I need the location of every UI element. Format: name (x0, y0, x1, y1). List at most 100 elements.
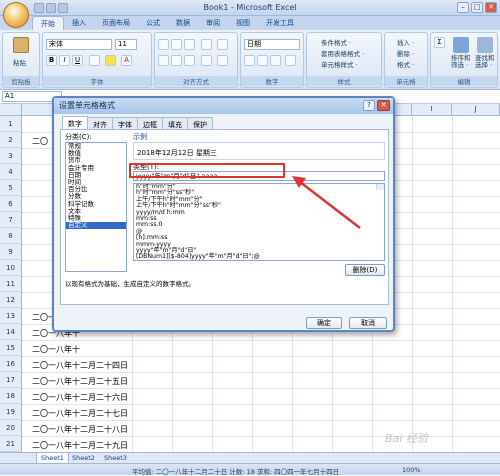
find-select-icon[interactable] (477, 37, 493, 53)
tab-home[interactable]: 开始 (32, 16, 64, 30)
row-header[interactable]: 18 (0, 388, 22, 404)
cell-a15[interactable]: 二〇一八年十 (22, 344, 132, 355)
column-header-i[interactable]: I (412, 104, 452, 116)
align-middle-icon[interactable] (171, 39, 182, 50)
zoom-level[interactable]: 100% (402, 466, 421, 474)
align-right-icon[interactable] (184, 55, 195, 66)
row-header[interactable]: 21 (0, 436, 22, 452)
tab-view[interactable]: 视图 (228, 16, 258, 30)
gridline (22, 356, 500, 357)
tab-data[interactable]: 数据 (168, 16, 198, 30)
format-as-table-button[interactable]: 套用表格格式 · (321, 48, 364, 58)
row-header[interactable]: 7 (0, 212, 22, 228)
orientation-icon[interactable] (201, 39, 212, 50)
tab-insert[interactable]: 插入 (64, 16, 94, 30)
cell-styles-button[interactable]: 单元格样式 · (321, 59, 358, 69)
row-header[interactable]: 12 (0, 292, 22, 308)
merge-center-icon[interactable] (217, 55, 228, 66)
italic-button[interactable]: I (59, 55, 70, 66)
bold-button[interactable]: B (46, 55, 57, 66)
cell-a20[interactable]: 二〇一八年十二月二十八日 (22, 424, 132, 435)
watermark: Bai 经验 (385, 432, 428, 445)
sheet-tab-3[interactable]: Sheet3 (100, 453, 131, 463)
decimal-icon[interactable] (285, 55, 296, 66)
row-header[interactable]: 17 (0, 372, 22, 388)
row-header[interactable]: 14 (0, 324, 22, 340)
indent-icon[interactable] (201, 55, 212, 66)
type-list[interactable]: h"时"mm"分" h"时"mm"分"ss"秒" 上午/下午h"时"mm"分" … (133, 183, 385, 261)
column-header-j[interactable]: J (452, 104, 500, 116)
help-button[interactable]: ? (363, 100, 375, 111)
row-header[interactable]: 13 (0, 308, 22, 324)
row-header[interactable]: 9 (0, 244, 22, 260)
wrap-text-icon[interactable] (217, 39, 228, 50)
type-item[interactable]: [DBNum1][$-804]yyyy"年"m"月"d"日";@ (134, 253, 384, 260)
format-cells-button[interactable]: 格式 · (397, 59, 414, 69)
conditional-format-button[interactable]: 条件格式 · (321, 37, 351, 47)
row-header[interactable]: 2 (0, 132, 22, 148)
category-item-selected[interactable]: 自定义 (66, 221, 126, 230)
align-top-icon[interactable] (158, 39, 169, 50)
redo-icon[interactable] (58, 3, 68, 13)
delete-cells-button[interactable]: 删除 · (397, 48, 414, 58)
close-button[interactable]: ✕ (485, 2, 497, 13)
category-list[interactable]: 常规 数值 货币 会计专用 日期 时间 百分比 分数 科学记数 文本 特殊 自定… (65, 142, 127, 272)
align-bottom-icon[interactable] (184, 39, 195, 50)
editing-group: Σ 排序和 筛选 · 查找和 选择 · 编辑 (430, 32, 498, 88)
font-name-select[interactable]: 宋体 (46, 39, 112, 50)
tab-formulas[interactable]: 公式 (138, 16, 168, 30)
border-icon[interactable] (89, 55, 100, 66)
row-header[interactable]: 3 (0, 148, 22, 164)
category-label: 分类(C): (65, 133, 92, 141)
undo-icon[interactable] (46, 3, 56, 13)
row-header[interactable]: 6 (0, 196, 22, 212)
minimize-button[interactable]: – (457, 2, 469, 13)
currency-icon[interactable] (244, 55, 255, 66)
tab-page-layout[interactable]: 页面布局 (94, 16, 138, 30)
font-color-icon[interactable]: A (121, 55, 132, 66)
gridline (412, 116, 413, 452)
delete-button[interactable]: 删除(D) (345, 264, 385, 276)
row-header[interactable]: 15 (0, 340, 22, 356)
type-list-scrollbar[interactable] (376, 184, 384, 191)
cell-a18[interactable]: 二〇一八年十二月二十六日 (22, 392, 132, 403)
font-size-select[interactable]: 11 (115, 39, 137, 50)
paste-icon[interactable] (13, 37, 29, 53)
row-header[interactable]: 5 (0, 180, 22, 196)
fill-color-icon[interactable] (105, 55, 116, 66)
row-header[interactable]: 8 (0, 228, 22, 244)
row-header[interactable]: 10 (0, 260, 22, 276)
ok-button[interactable]: 确定 (306, 317, 342, 329)
maximize-button[interactable]: □ (471, 2, 483, 13)
cell-a19[interactable]: 二〇一八年十二月二十七日 (22, 408, 132, 419)
cell-a21[interactable]: 二〇一八年十二月二十九日 (22, 440, 132, 451)
percent-icon[interactable] (257, 55, 268, 66)
sheet-tab-2[interactable]: Sheet2 (68, 453, 99, 463)
sort-filter-icon[interactable] (453, 37, 469, 53)
autosum-icon[interactable]: Σ (434, 37, 445, 48)
row-header[interactable]: 4 (0, 164, 22, 180)
align-center-icon[interactable] (171, 55, 182, 66)
row-header[interactable]: 20 (0, 420, 22, 436)
tab-review[interactable]: 审阅 (198, 16, 228, 30)
row-header[interactable]: 16 (0, 356, 22, 372)
cell-a17[interactable]: 二〇一八年十二月二十五日 (22, 376, 132, 387)
cell-a16[interactable]: 二〇一八年十二月二十四日 (22, 360, 132, 371)
dialog-close-button[interactable]: ✕ (377, 100, 390, 111)
office-button[interactable] (3, 2, 29, 28)
insert-cells-button[interactable]: 插入 · (397, 37, 414, 47)
row-header[interactable]: 1 (0, 116, 22, 132)
align-left-icon[interactable] (158, 55, 169, 66)
alignment-group-label: 对齐方式 (155, 76, 237, 86)
comma-icon[interactable] (270, 55, 281, 66)
dialog-title: 设置单元格格式 (59, 101, 115, 110)
tab-developer[interactable]: 开发工具 (258, 16, 302, 30)
sheet-tab-bar: Sheet1 Sheet2 Sheet3 (0, 452, 500, 464)
underline-button[interactable]: U (72, 55, 83, 66)
number-format-select[interactable]: 日期 (244, 39, 300, 50)
row-header[interactable]: 11 (0, 276, 22, 292)
select-all-corner[interactable] (0, 104, 22, 116)
cancel-button[interactable]: 取消 (349, 317, 387, 329)
row-header[interactable]: 19 (0, 404, 22, 420)
save-icon[interactable] (34, 3, 44, 13)
